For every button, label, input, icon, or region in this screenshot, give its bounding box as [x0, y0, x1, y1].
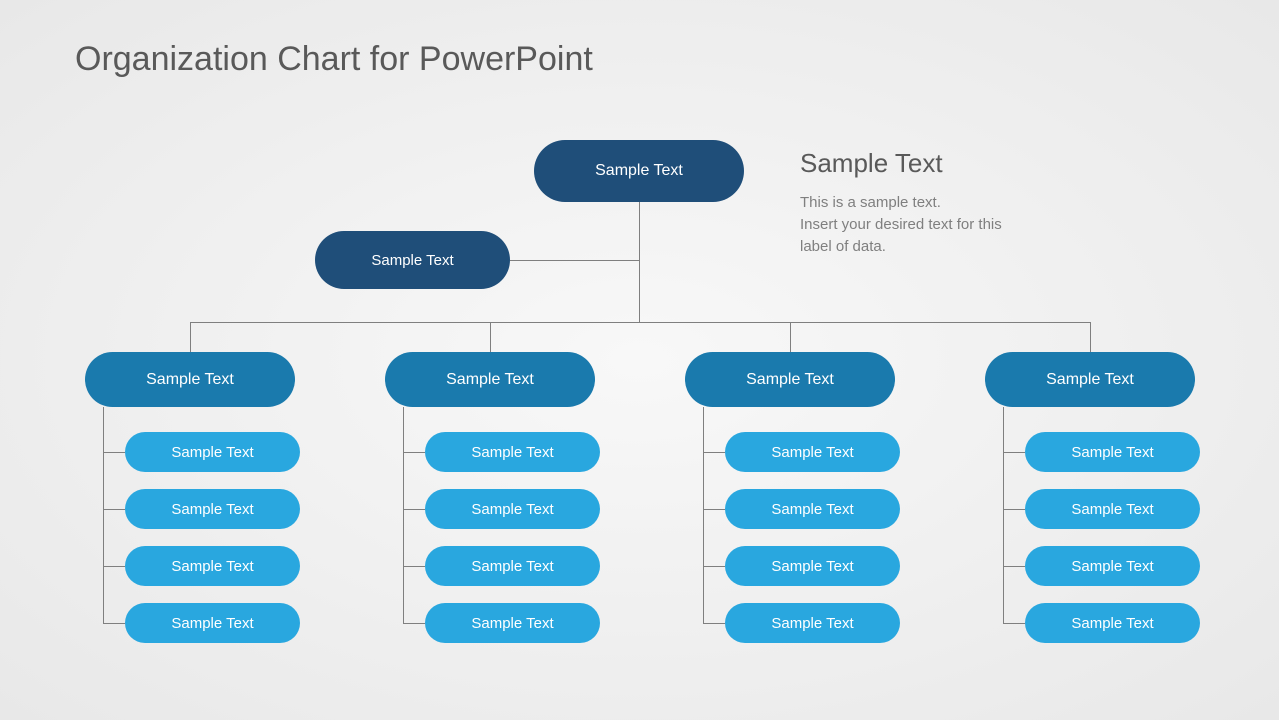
org-leaf: Sample Text	[125, 603, 300, 643]
connector	[703, 509, 725, 510]
connector	[703, 623, 725, 624]
org-leaf: Sample Text	[725, 603, 900, 643]
connector	[190, 322, 191, 352]
connector	[1003, 509, 1025, 510]
connector	[190, 322, 1090, 323]
org-leaf: Sample Text	[725, 489, 900, 529]
org-leaf: Sample Text	[1025, 489, 1200, 529]
org-root-node: Sample Text	[534, 140, 744, 202]
connector	[703, 452, 725, 453]
connector	[510, 260, 639, 261]
org-chart-canvas: Sample Text Sample Text Sample Text Samp…	[0, 0, 1279, 720]
org-leaf: Sample Text	[125, 546, 300, 586]
connector	[790, 322, 791, 352]
org-branch-head: Sample Text	[385, 352, 595, 407]
connector	[703, 566, 725, 567]
org-leaf: Sample Text	[425, 432, 600, 472]
connector	[639, 202, 640, 322]
org-leaf: Sample Text	[125, 489, 300, 529]
connector	[103, 566, 125, 567]
connector	[490, 322, 491, 352]
org-leaf: Sample Text	[1025, 546, 1200, 586]
org-leaf: Sample Text	[1025, 432, 1200, 472]
org-leaf: Sample Text	[425, 489, 600, 529]
connector	[403, 509, 425, 510]
org-branch-head: Sample Text	[85, 352, 295, 407]
connector	[1003, 623, 1025, 624]
connector	[403, 452, 425, 453]
org-leaf: Sample Text	[1025, 603, 1200, 643]
connector	[103, 509, 125, 510]
connector	[1090, 322, 1091, 352]
connector	[1003, 407, 1004, 624]
org-branch-head: Sample Text	[685, 352, 895, 407]
org-assistant-node: Sample Text	[315, 231, 510, 289]
connector	[1003, 452, 1025, 453]
connector	[103, 623, 125, 624]
org-branch-head: Sample Text	[985, 352, 1195, 407]
connector	[403, 566, 425, 567]
org-leaf: Sample Text	[425, 546, 600, 586]
connector	[1003, 566, 1025, 567]
connector	[403, 623, 425, 624]
connector	[403, 407, 404, 624]
org-leaf: Sample Text	[725, 432, 900, 472]
description-body: This is a sample text. Insert your desir…	[800, 192, 1002, 257]
org-leaf: Sample Text	[725, 546, 900, 586]
connector	[103, 407, 104, 624]
description-heading: Sample Text	[800, 148, 943, 179]
org-leaf: Sample Text	[125, 432, 300, 472]
connector	[703, 407, 704, 624]
org-leaf: Sample Text	[425, 603, 600, 643]
connector	[103, 452, 125, 453]
